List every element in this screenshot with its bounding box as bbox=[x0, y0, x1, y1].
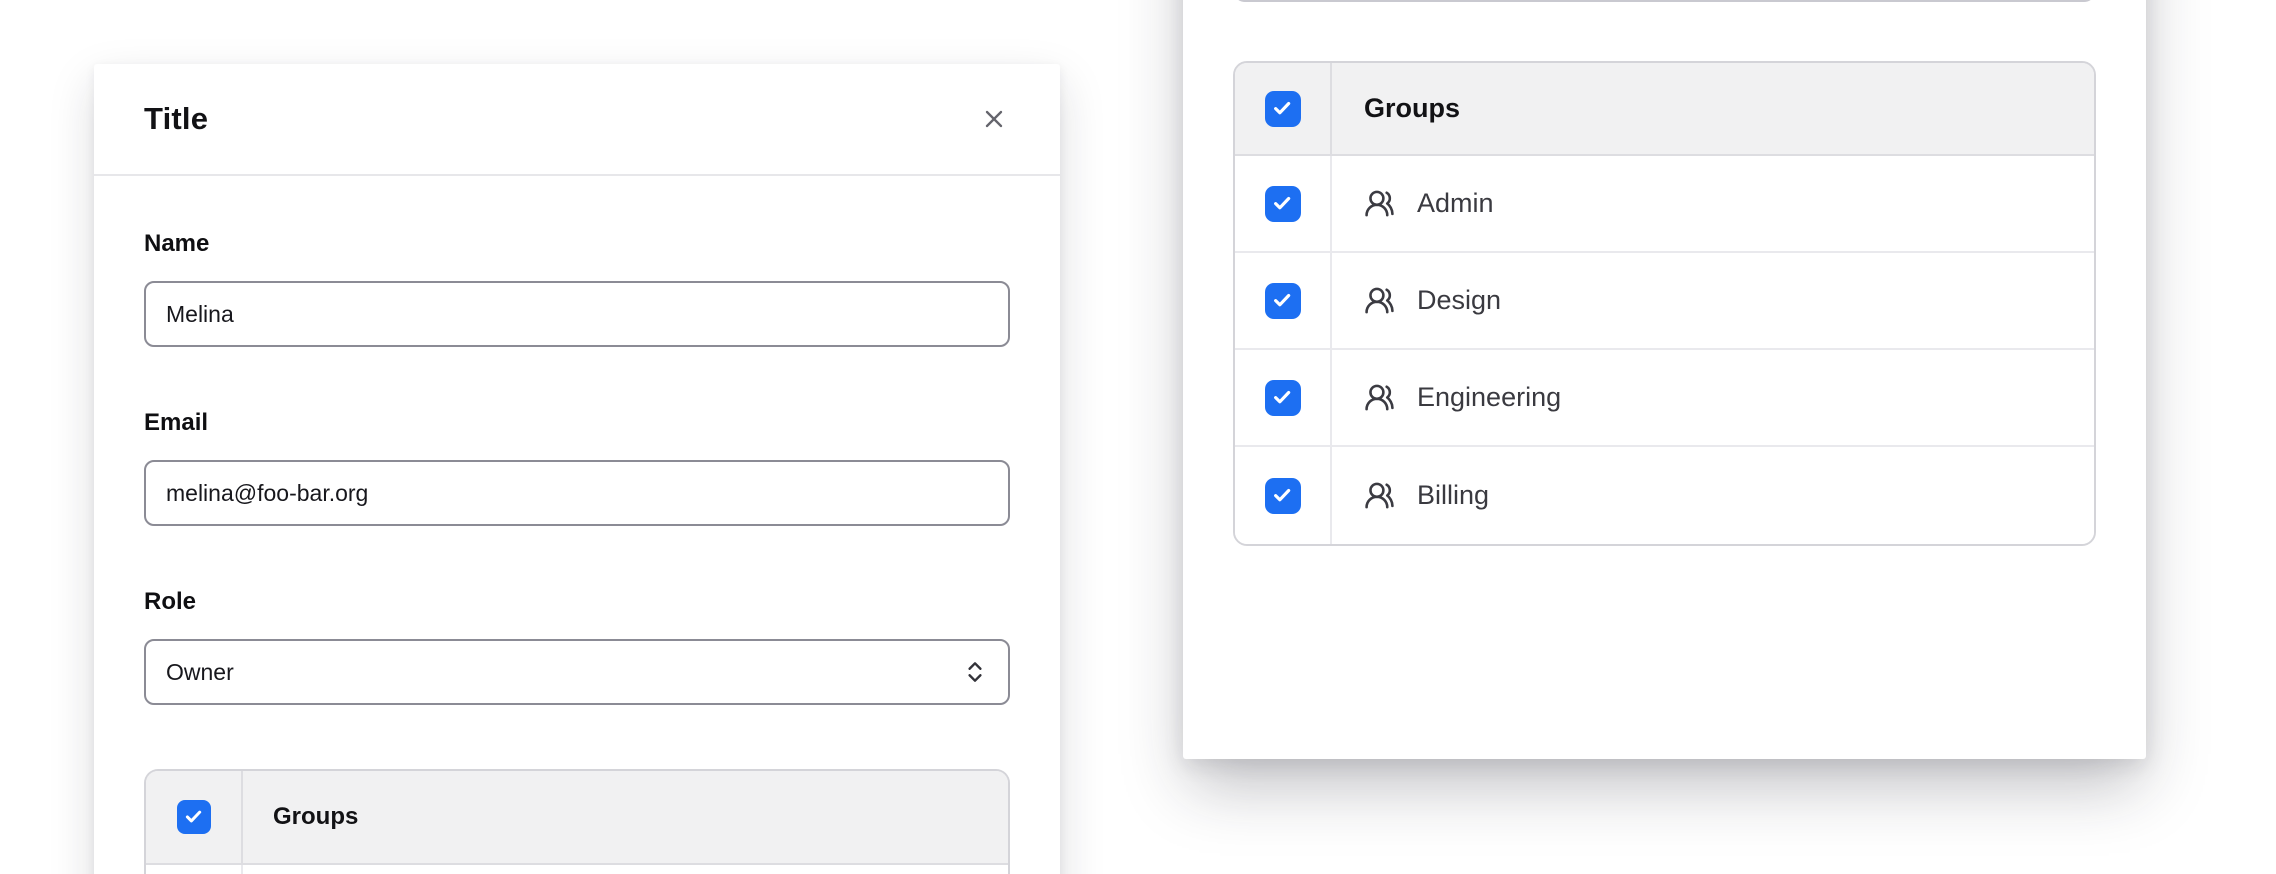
groups-table-header: Groups bbox=[1235, 63, 2094, 156]
users-icon bbox=[1364, 285, 1395, 316]
checkmark-icon bbox=[1265, 91, 1301, 127]
email-field-label: Email bbox=[144, 409, 1010, 436]
modal-title: Title bbox=[144, 101, 208, 137]
email-input[interactable] bbox=[144, 460, 1010, 526]
role-select-value: Owner bbox=[166, 659, 234, 686]
groups-select-all-checkbox[interactable] bbox=[177, 800, 211, 834]
role-select[interactable]: Owner bbox=[144, 639, 1010, 705]
groups-panel: Groups Admin bbox=[1183, 0, 2146, 759]
groups-table-header-label: Groups bbox=[1332, 63, 2094, 154]
modal-body: Name Email Role Owner bbox=[94, 176, 1060, 874]
x-icon bbox=[980, 105, 1008, 133]
checkmark-icon bbox=[1265, 478, 1301, 514]
group-row-checkbox[interactable] bbox=[1265, 478, 1301, 514]
role-field-label: Role bbox=[144, 588, 1010, 615]
name-field-label: Name bbox=[144, 230, 1010, 257]
role-select-bottom-edge bbox=[1233, 0, 2096, 2]
checkmark-icon bbox=[1265, 283, 1301, 319]
modal-header: Title bbox=[94, 64, 1060, 176]
group-row-label: Design bbox=[1417, 285, 1501, 316]
users-icon bbox=[1364, 382, 1395, 413]
group-row-label: Billing bbox=[1417, 480, 1489, 511]
users-icon bbox=[1364, 480, 1395, 511]
groups-select-all-checkbox[interactable] bbox=[1265, 91, 1301, 127]
close-button[interactable] bbox=[972, 97, 1016, 141]
groups-table-header-label: Groups bbox=[243, 771, 1008, 863]
email-field-group: Email bbox=[144, 409, 1010, 526]
name-input[interactable] bbox=[144, 281, 1010, 347]
chevrons-up-down-icon bbox=[962, 657, 988, 687]
name-field-group: Name bbox=[144, 230, 1010, 347]
header-checkbox-cell bbox=[1235, 63, 1332, 154]
checkmark-icon bbox=[177, 800, 211, 834]
checkmark-icon bbox=[1265, 380, 1301, 416]
group-row-billing: Billing bbox=[1235, 447, 2094, 544]
group-row-label: Engineering bbox=[1417, 382, 1561, 413]
group-row-checkbox[interactable] bbox=[1265, 186, 1301, 222]
group-row-label: Admin bbox=[1417, 188, 1494, 219]
users-icon bbox=[1364, 188, 1395, 219]
role-field-group: Role Owner bbox=[144, 588, 1010, 705]
group-row-checkbox[interactable] bbox=[1265, 380, 1301, 416]
checkmark-icon bbox=[1265, 186, 1301, 222]
invite-modal: Title Name Email Role Owner bbox=[94, 64, 1060, 874]
groups-table: Groups Admin bbox=[1233, 61, 2096, 546]
group-row-admin: Admin bbox=[1235, 156, 2094, 253]
group-row-engineering: Engineering bbox=[1235, 350, 2094, 447]
group-row-design: Design bbox=[1235, 253, 2094, 350]
groups-table-partial-row bbox=[146, 865, 1008, 874]
groups-table: Groups bbox=[144, 769, 1010, 874]
header-checkbox-cell bbox=[146, 771, 243, 863]
group-row-checkbox[interactable] bbox=[1265, 283, 1301, 319]
groups-table-header: Groups bbox=[146, 771, 1008, 865]
